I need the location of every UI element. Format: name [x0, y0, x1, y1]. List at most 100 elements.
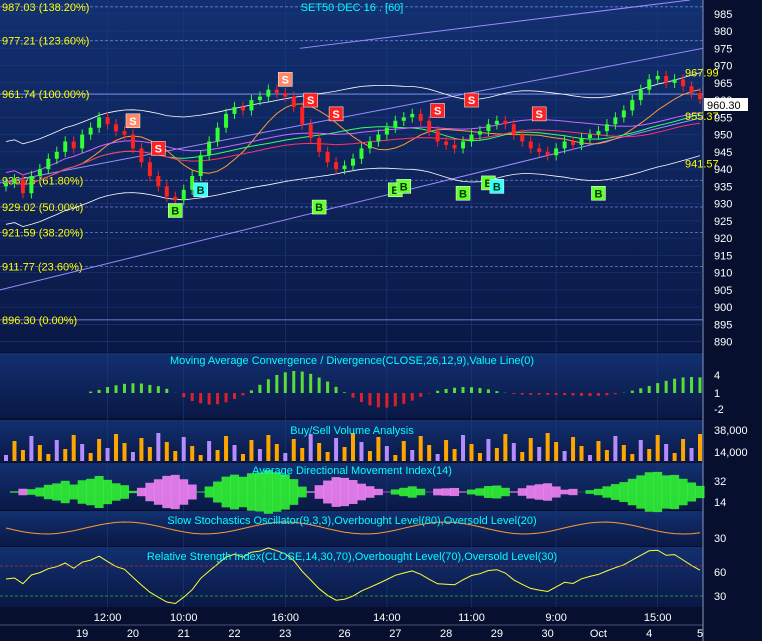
candle-body	[266, 89, 271, 97]
x-time-label: 14:00	[373, 612, 401, 624]
candle-body	[537, 148, 542, 152]
candle-body	[587, 134, 592, 139]
candle-body	[181, 189, 186, 201]
signal-label: S	[282, 74, 289, 86]
adx-title: Average Directional Movement Index(14)	[252, 465, 452, 477]
x-date-label: 19	[76, 628, 88, 640]
candle-body	[698, 93, 702, 100]
candle-body	[689, 86, 694, 94]
candle-body	[486, 124, 491, 132]
signal-label: S	[129, 116, 136, 128]
candle-body	[334, 162, 339, 170]
fib-label: 911.77 (23.60%)	[2, 262, 83, 274]
y-tick-label: 940	[714, 164, 732, 176]
x-date-label: 22	[228, 628, 240, 640]
y-tick-label: 970	[714, 61, 732, 73]
y-tick-label: 915	[714, 250, 732, 262]
trading-chart: 987.03 (138.20%) 977.21 (123.60%) 961.74 (…	[0, 0, 762, 641]
x-date-label: 28	[440, 628, 452, 640]
signal-label: B	[171, 206, 179, 218]
candle-body	[647, 79, 652, 90]
candle-body	[469, 134, 474, 142]
volume-bar	[351, 433, 355, 461]
candle-body	[156, 176, 161, 187]
volume-bar	[630, 454, 635, 461]
candle-body	[300, 106, 305, 125]
volume-bar	[190, 446, 195, 461]
volume-bar	[156, 433, 161, 461]
signal-label: S	[434, 105, 441, 117]
volume-bar	[283, 453, 288, 461]
volume-bar	[224, 436, 229, 461]
candle-body	[630, 100, 635, 111]
volume-bar	[587, 455, 592, 461]
candle-body	[105, 117, 110, 125]
y-tick-label: 905	[714, 285, 732, 297]
candle-body	[503, 120, 508, 125]
volume-bar	[528, 438, 533, 461]
candle-body	[274, 89, 279, 94]
x-date-label: 5	[697, 628, 703, 640]
y-tick-label: 980	[714, 26, 732, 38]
y-tick-label: 895	[714, 319, 732, 331]
volume-bar	[325, 452, 330, 461]
signal-label: S	[332, 109, 339, 121]
volume-bar	[173, 451, 178, 461]
stochastic-title: Slow Stochastics Oscillator(9,3,3),Overb…	[167, 515, 536, 527]
candle-body	[444, 141, 449, 145]
candle-body	[139, 148, 144, 163]
volume-bar	[130, 452, 135, 461]
candle-body	[20, 179, 25, 194]
candle-body	[393, 120, 398, 128]
volume-bar	[367, 451, 372, 461]
rsi-tick: 60	[714, 567, 726, 579]
candle-body	[4, 182, 8, 187]
signal-label: S	[307, 95, 314, 107]
volume-bar	[266, 435, 271, 461]
candle-body	[283, 93, 288, 97]
candle-body	[291, 96, 296, 107]
y-tick-label: 950	[714, 130, 732, 142]
volume-bar	[342, 447, 347, 461]
signal-label: B	[315, 202, 323, 214]
fib-label: 961.74 (100.00%)	[2, 89, 89, 101]
candle-body	[317, 138, 322, 152]
y-tick-label: 900	[714, 302, 732, 314]
candle-body	[418, 113, 423, 121]
volume-bar	[427, 445, 432, 461]
candle-body	[97, 117, 102, 128]
volume-bar	[376, 437, 381, 461]
fib-label: 987.03 (138.20%)	[2, 2, 89, 14]
candle-body	[71, 141, 76, 149]
x-time-label: 15:00	[644, 612, 672, 624]
x-date-label: 26	[338, 628, 350, 640]
candle-body	[240, 106, 245, 111]
candle-body	[545, 151, 550, 156]
candle-body	[528, 141, 533, 149]
candle-body	[621, 110, 626, 118]
volume-bar	[655, 435, 660, 461]
rsi-title: Relative Strength Index(CLOSE,14,30,70),…	[147, 551, 557, 563]
candle-body	[554, 148, 559, 156]
fib-label: 896.30 (0.00%)	[2, 315, 77, 327]
volume-bar	[37, 445, 42, 461]
volume-bar	[545, 433, 550, 461]
macd-tick: -2	[714, 404, 724, 416]
volume-bar	[410, 450, 415, 461]
volume-bar	[240, 454, 245, 461]
volume-bar	[477, 453, 482, 461]
y-tick-label: 890	[714, 337, 732, 349]
macd-tick: 4	[714, 370, 720, 382]
main-price-panel[interactable]	[0, 0, 703, 352]
candle-body	[435, 131, 440, 142]
candle-body	[130, 134, 135, 149]
candle-body	[198, 155, 203, 176]
volume-bar	[114, 434, 119, 461]
volume-bar	[672, 453, 677, 461]
candle-body	[520, 134, 525, 142]
macd-title: Moving Average Convergence / Divergence(…	[170, 355, 534, 367]
candle-body	[681, 79, 686, 87]
fib-label: 929.02 (50.00%)	[2, 202, 83, 214]
signal-label: S	[536, 109, 543, 121]
chart-title: SET50 DEC 16 . [60]	[301, 2, 404, 14]
